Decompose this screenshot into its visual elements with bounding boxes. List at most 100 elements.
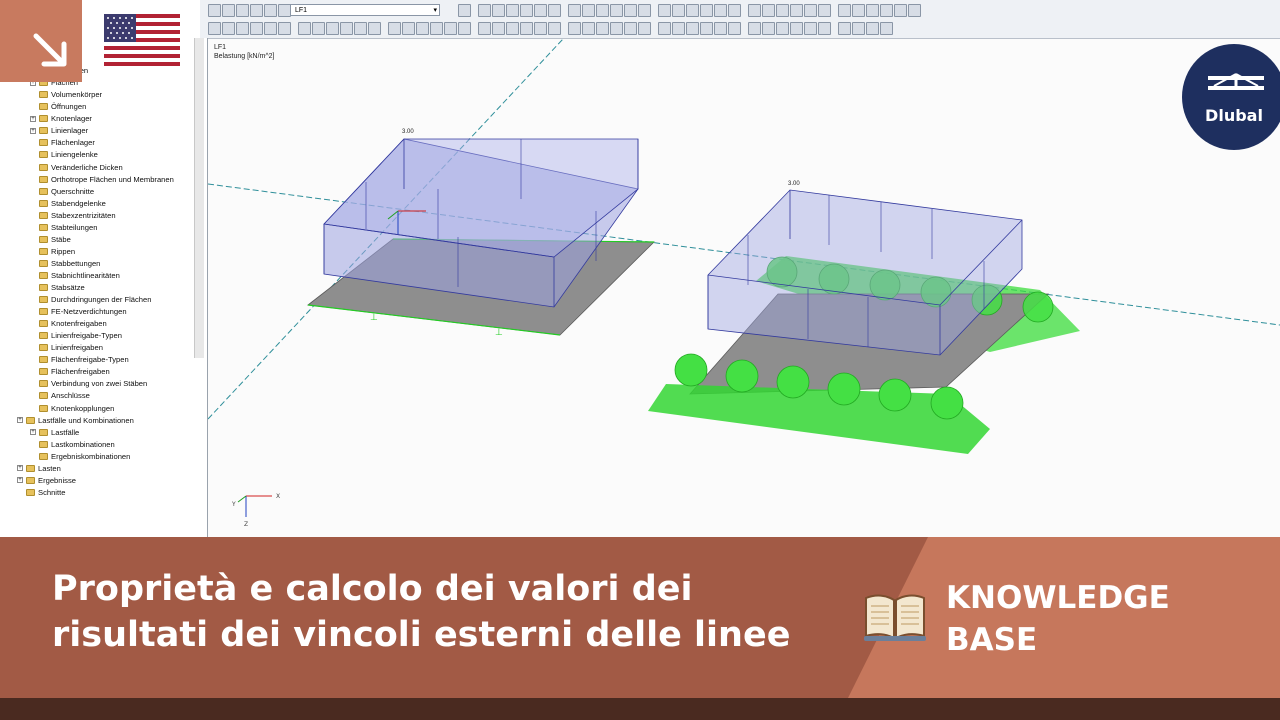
tree-item[interactable]: + Lasten <box>17 463 61 474</box>
toolbar-button[interactable] <box>326 22 339 35</box>
toolbar-button[interactable] <box>776 4 789 17</box>
toolbar-button[interactable] <box>638 4 651 17</box>
toolbar-button[interactable] <box>430 22 443 35</box>
tree-item[interactable]: Stäbe <box>30 234 71 245</box>
toolbar-button[interactable] <box>700 4 713 17</box>
toolbar-button[interactable] <box>478 4 491 17</box>
tree-item[interactable]: Stabteilungen <box>30 222 97 233</box>
tree-item[interactable]: + Lastfälle und Kombinationen <box>17 415 134 426</box>
toolbar-button[interactable] <box>610 22 623 35</box>
toolbar-button[interactable] <box>880 22 893 35</box>
toolbar-button[interactable] <box>208 4 221 17</box>
toolbar-button[interactable] <box>658 22 671 35</box>
toolbar-button[interactable] <box>672 22 685 35</box>
toolbar-button[interactable] <box>804 4 817 17</box>
toolbar-button[interactable] <box>568 22 581 35</box>
tree-item[interactable]: Stabbettungen <box>30 258 100 269</box>
toolbar-button[interactable] <box>264 22 277 35</box>
toolbar-button[interactable] <box>728 4 741 17</box>
toolbar-button[interactable] <box>416 22 429 35</box>
tree-item[interactable]: Anschlüsse <box>30 390 90 401</box>
toolbar-button[interactable] <box>880 4 893 17</box>
tree-scrollbar[interactable] <box>194 38 204 358</box>
tree-item[interactable]: Linienfreigabe-Typen <box>30 330 122 341</box>
toolbar-button[interactable] <box>818 22 831 35</box>
toolbar-button[interactable] <box>458 22 471 35</box>
toolbar-button[interactable] <box>818 4 831 17</box>
toolbar-button[interactable] <box>762 22 775 35</box>
toolbar-button[interactable] <box>638 22 651 35</box>
tree-item[interactable]: Stabsätze <box>30 282 85 293</box>
toolbar-button[interactable] <box>686 4 699 17</box>
toolbar-button[interactable] <box>298 22 311 35</box>
toolbar-button[interactable] <box>236 4 249 17</box>
toolbar-button[interactable] <box>582 4 595 17</box>
toolbar-button[interactable] <box>700 22 713 35</box>
tree-item[interactable]: FE-Netzverdichtungen <box>30 306 127 317</box>
toolbar-button[interactable] <box>458 4 471 17</box>
toolbar-button[interactable] <box>672 4 685 17</box>
tree-item[interactable]: Durchdringungen der Flächen <box>30 294 151 305</box>
tree-item[interactable]: Veränderliche Dicken <box>30 162 123 173</box>
tree-item[interactable]: Orthotrope Flächen und Membranen <box>30 174 174 185</box>
toolbar-button[interactable] <box>582 22 595 35</box>
tree-item[interactable]: Stabendgelenke <box>30 198 106 209</box>
toolbar-button[interactable] <box>548 22 561 35</box>
tree-item[interactable]: + Lastfälle <box>30 427 79 438</box>
expand-icon[interactable]: + <box>17 417 23 424</box>
tree-item[interactable]: Ergebniskombinationen <box>30 451 130 462</box>
toolbar-button[interactable] <box>658 4 671 17</box>
toolbar-button[interactable] <box>278 22 291 35</box>
tree-item[interactable]: Stabexzentrizitäten <box>30 210 116 221</box>
toolbar-button[interactable] <box>748 22 761 35</box>
tree-item[interactable]: Linienfreigaben <box>30 342 103 353</box>
toolbar-button[interactable] <box>402 22 415 35</box>
tree-item[interactable]: Verbindung von zwei Stäben <box>30 378 147 389</box>
expand-icon[interactable]: + <box>30 115 36 122</box>
toolbar-button[interactable] <box>264 4 277 17</box>
toolbar-button[interactable] <box>714 4 727 17</box>
toolbar-button[interactable] <box>222 4 235 17</box>
toolbar-button[interactable] <box>686 22 699 35</box>
tree-item[interactable]: Flächenfreigaben <box>30 366 110 377</box>
toolbar-button[interactable] <box>852 22 865 35</box>
toolbar-button[interactable] <box>804 22 817 35</box>
toolbar-button[interactable] <box>492 22 505 35</box>
toolbar-button[interactable] <box>222 22 235 35</box>
tree-item[interactable]: Stabnichtlinearitäten <box>30 270 120 281</box>
tree-item[interactable]: Knotenfreigaben <box>30 318 107 329</box>
expand-icon[interactable]: + <box>30 127 36 134</box>
toolbar-button[interactable] <box>250 4 263 17</box>
toolbar-button[interactable] <box>534 4 547 17</box>
toolbar-button[interactable] <box>596 22 609 35</box>
toolbar-button[interactable] <box>714 22 727 35</box>
toolbar-button[interactable] <box>894 4 907 17</box>
tree-item[interactable]: + Linienlager <box>30 125 88 136</box>
toolbar-button[interactable] <box>250 22 263 35</box>
tree-item[interactable]: Volumenkörper <box>30 89 102 100</box>
expand-icon[interactable]: + <box>17 477 23 484</box>
model-viewport[interactable]: LF1 Belastung [kN/m^2] 3.00 ⊥ ⊥ 3.00 X Y… <box>208 39 1280 538</box>
toolbar-button[interactable] <box>444 22 457 35</box>
toolbar-button[interactable] <box>520 22 533 35</box>
tree-item[interactable]: Lastkombinationen <box>30 439 115 450</box>
toolbar-button[interactable] <box>568 4 581 17</box>
us-flag-icon[interactable] <box>104 14 180 66</box>
toolbar-button[interactable] <box>852 4 865 17</box>
toolbar-button[interactable] <box>776 22 789 35</box>
tree-item[interactable]: + Knotenlager <box>30 113 92 124</box>
toolbar-button[interactable] <box>762 4 775 17</box>
expand-icon[interactable]: + <box>30 429 36 436</box>
toolbar-button[interactable] <box>610 4 623 17</box>
toolbar-button[interactable] <box>368 22 381 35</box>
toolbar-button[interactable] <box>478 22 491 35</box>
toolbar-button[interactable] <box>748 4 761 17</box>
expand-icon[interactable]: + <box>17 465 23 472</box>
toolbar-button[interactable] <box>624 4 637 17</box>
toolbar-button[interactable] <box>388 22 401 35</box>
toolbar-button[interactable] <box>208 22 221 35</box>
toolbar-button[interactable] <box>866 4 879 17</box>
tree-item[interactable]: Rippen <box>30 246 75 257</box>
toolbar-button[interactable] <box>790 4 803 17</box>
toolbar-button[interactable] <box>354 22 367 35</box>
